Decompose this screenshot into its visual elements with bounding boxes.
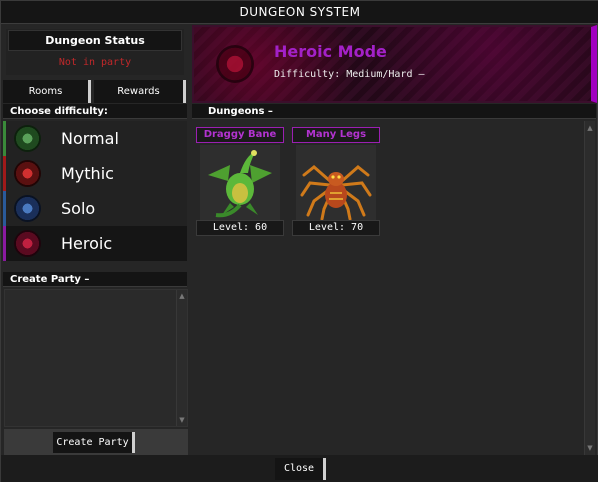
dungeon-window: DUNGEON SYSTEM Dungeon Status Not in par… <box>0 0 598 482</box>
spider-icon <box>296 145 376 221</box>
heroic-emblem-icon <box>216 45 254 83</box>
party-footer: Create Party <box>4 429 188 455</box>
party-status-text: Not in party <box>58 57 132 68</box>
scroll-up-icon[interactable]: ▲ <box>585 123 595 133</box>
banner-subtitle: Difficulty: Medium/Hard – <box>274 69 425 80</box>
difficulty-mythic[interactable]: Mythic <box>3 156 187 191</box>
create-party-heading: Create Party – <box>3 272 187 287</box>
create-party-button[interactable]: Create Party <box>53 432 135 453</box>
window-title: DUNGEON SYSTEM <box>1 1 598 24</box>
difficulty-label: Mythic <box>61 164 114 183</box>
dungeon-status-heading: Dungeon Status <box>8 30 182 51</box>
difficulty-solo[interactable]: Solo <box>3 191 187 226</box>
difficulty-heading: Choose difficulty: <box>3 104 187 119</box>
dungeon-level: Level: 60 <box>196 220 284 236</box>
dungeon-name: Draggy Bane <box>196 127 284 143</box>
difficulty-list: Normal Mythic Solo Heroic <box>3 121 187 263</box>
tab-rooms[interactable]: Rooms <box>3 80 91 103</box>
tab-rewards[interactable]: Rewards <box>94 80 186 103</box>
scroll-down-icon[interactable]: ▼ <box>585 443 595 453</box>
dungeon-scrollbar[interactable]: ▲ ▼ <box>584 121 595 455</box>
mythic-emblem-icon <box>14 160 41 187</box>
dungeon-status-panel: Dungeon Status Not in party <box>6 29 184 75</box>
dungeon-list: Draggy Bane Level: 60 Many Legs Level: 7… <box>192 121 596 455</box>
dragon-icon <box>200 145 280 221</box>
footer-bar: Close <box>1 455 598 482</box>
party-scrollbar[interactable]: ▲ ▼ <box>176 290 187 426</box>
solo-emblem-icon <box>14 195 41 222</box>
heroic-emblem-icon <box>14 230 41 257</box>
difficulty-normal[interactable]: Normal <box>3 121 187 156</box>
dungeon-card[interactable]: Draggy Bane Level: 60 <box>196 127 284 236</box>
difficulty-label: Heroic <box>61 234 113 253</box>
difficulty-heroic[interactable]: Heroic <box>3 226 187 261</box>
normal-emblem-icon <box>14 125 41 152</box>
dungeon-level: Level: 70 <box>292 220 380 236</box>
close-button[interactable]: Close <box>275 458 326 480</box>
scroll-down-icon[interactable]: ▼ <box>177 415 187 425</box>
dungeons-heading: Dungeons – <box>192 104 596 119</box>
dungeon-card[interactable]: Many Legs Level: 70 <box>292 127 380 236</box>
dungeon-name: Many Legs <box>292 127 380 143</box>
difficulty-label: Solo <box>61 199 96 218</box>
difficulty-label: Normal <box>61 129 119 148</box>
banner-title: Heroic Mode <box>274 42 387 61</box>
mode-banner: Heroic Mode Difficulty: Medium/Hard – <box>192 25 597 103</box>
party-member-list: ▲ ▼ <box>4 289 188 427</box>
scroll-up-icon[interactable]: ▲ <box>177 291 187 301</box>
